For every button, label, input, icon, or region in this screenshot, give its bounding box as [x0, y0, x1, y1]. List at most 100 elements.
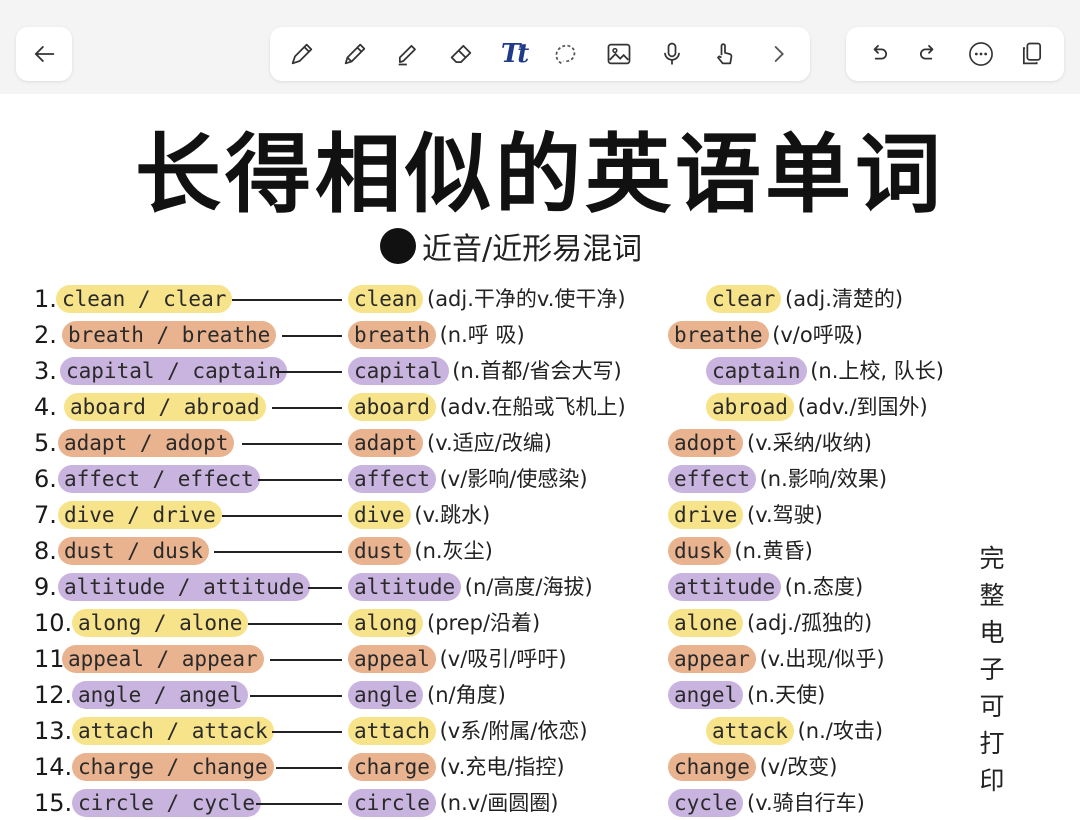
word-2: captain	[706, 357, 807, 385]
row-number: 14.	[34, 753, 73, 781]
connector-line	[214, 551, 342, 553]
word-2: cycle	[668, 789, 744, 817]
word-1-gloss: (n.灰尘)	[414, 539, 493, 563]
word-1-gloss: (v.适应/改编)	[427, 431, 552, 455]
side-note-char: 完	[979, 544, 1005, 573]
word-1: charge	[348, 753, 436, 781]
connector-line	[250, 695, 342, 697]
word-pair: affect / effect	[58, 465, 260, 493]
word-2-gloss: (n.黄昏)	[734, 539, 813, 563]
word-1: dive	[348, 501, 411, 529]
row-number: 5.	[34, 429, 57, 457]
word-pair: altitude / attitude	[58, 573, 311, 601]
connector-line	[256, 803, 342, 805]
text-icon[interactable]: Tt	[497, 37, 531, 71]
undo-icon[interactable]	[861, 37, 895, 71]
word-pair: dust / dusk	[58, 537, 210, 565]
connector-line	[282, 335, 342, 337]
word-pair: dive / drive	[58, 501, 222, 529]
word-2-gloss: (v.驾驶)	[747, 503, 823, 527]
word-1: circle	[348, 789, 436, 817]
hand-touch-icon[interactable]	[708, 37, 742, 71]
connector-line	[222, 515, 342, 517]
word-1-gloss: (n/角度)	[427, 683, 506, 707]
word-2-gloss: (adv./到国外)	[797, 395, 928, 419]
word-row: 7. dive / drive dive (v.跳水) drive (v.驾驶)	[0, 498, 1080, 532]
pen-icon[interactable]	[285, 37, 319, 71]
connector-line	[242, 443, 342, 445]
connector-line	[270, 659, 342, 661]
word-row: 14. charge / change charge (v.充电/指控) change(…	[0, 750, 1080, 784]
word-1: adapt	[348, 429, 424, 457]
word-2-gloss: (v/改变)	[759, 755, 838, 779]
word-2: change	[668, 753, 756, 781]
word-pair: angle / angel	[72, 681, 249, 709]
row-number: 1.	[34, 285, 57, 313]
microphone-icon[interactable]	[655, 37, 689, 71]
word-pair: circle / cycle	[72, 789, 262, 817]
word-2-gloss: (n.上校, 队长)	[810, 359, 944, 383]
word-2: dusk	[668, 537, 731, 565]
word-1: breath	[348, 321, 436, 349]
arrow-left-icon[interactable]	[27, 37, 61, 71]
side-note-char: 子	[979, 655, 1005, 684]
connector-line	[232, 299, 342, 301]
word-1: altitude	[348, 573, 462, 601]
row-number: 6.	[34, 465, 57, 493]
word-row: 6. affect / effect affect (v/影响/使感染) effect(…	[0, 462, 1080, 496]
action-palette	[846, 27, 1064, 81]
row-number: 7.	[34, 501, 57, 529]
word-1-gloss: (prep/沿着)	[427, 611, 541, 635]
connector-line	[308, 587, 342, 589]
word-1: dust	[348, 537, 411, 565]
lasso-icon[interactable]	[549, 37, 583, 71]
pages-icon[interactable]	[1015, 37, 1049, 71]
word-2-gloss: (adj.清楚的)	[785, 287, 904, 311]
word-2-gloss: (v/o呼吸)	[772, 323, 863, 347]
row-number: 9.	[34, 573, 57, 601]
word-1-gloss: (adv.在船或飞机上)	[439, 395, 626, 419]
word-2: breathe	[668, 321, 769, 349]
word-1: clean	[348, 285, 424, 313]
word-1: appeal	[348, 645, 436, 673]
word-1-gloss: (v/影响/使感染)	[439, 467, 588, 491]
side-note: 完整电子可打印	[972, 540, 1012, 799]
word-row: 13. attach / attack attach (v系/附属/依恋) attack…	[0, 714, 1080, 748]
word-2: angel	[668, 681, 744, 709]
word-1-gloss: (n/高度/海拔)	[464, 575, 593, 599]
connector-line	[276, 371, 342, 373]
side-note-char: 印	[979, 766, 1005, 795]
connector-line	[272, 407, 342, 409]
app-toolbar: Tt	[0, 0, 1080, 94]
word-2: alone	[668, 609, 744, 637]
row-number: 15.	[34, 789, 73, 817]
connector-line	[276, 767, 342, 769]
word-1-gloss: (v/吸引/呼吁)	[439, 647, 567, 671]
pencil-icon[interactable]	[338, 37, 372, 71]
word-pair: attach / attack	[72, 717, 274, 745]
row-number: 13.	[34, 717, 73, 745]
chevron-right-icon[interactable]	[761, 37, 795, 71]
tool-palette: Tt	[270, 27, 810, 81]
word-2-gloss: (v.采纳/收纳)	[747, 431, 872, 455]
word-1: attach	[348, 717, 436, 745]
word-pair: breath / breathe	[62, 321, 277, 349]
word-1-gloss: (n.v/画圆圈)	[439, 791, 559, 815]
page-title: 长得相似的英语单词	[135, 125, 945, 225]
row-number: 4.	[34, 393, 57, 421]
word-2: drive	[668, 501, 744, 529]
word-1: angle	[348, 681, 424, 709]
text-tool-glyph: Tt	[500, 39, 529, 69]
redo-icon[interactable]	[912, 37, 946, 71]
row-number: 10.	[34, 609, 73, 637]
word-1: along	[348, 609, 424, 637]
image-icon[interactable]	[602, 37, 636, 71]
more-icon[interactable]	[964, 37, 998, 71]
word-pair: adapt / adopt	[58, 429, 235, 457]
side-note-char: 打	[979, 729, 1005, 758]
eraser-icon[interactable]	[444, 37, 478, 71]
word-1-gloss: (v系/附属/依恋)	[439, 719, 588, 743]
word-row: 9. altitude / attitude altitude (n/高度/海拔) at…	[0, 570, 1080, 604]
highlighter-icon[interactable]	[391, 37, 425, 71]
word-1-gloss: (v.充电/指控)	[439, 755, 565, 779]
